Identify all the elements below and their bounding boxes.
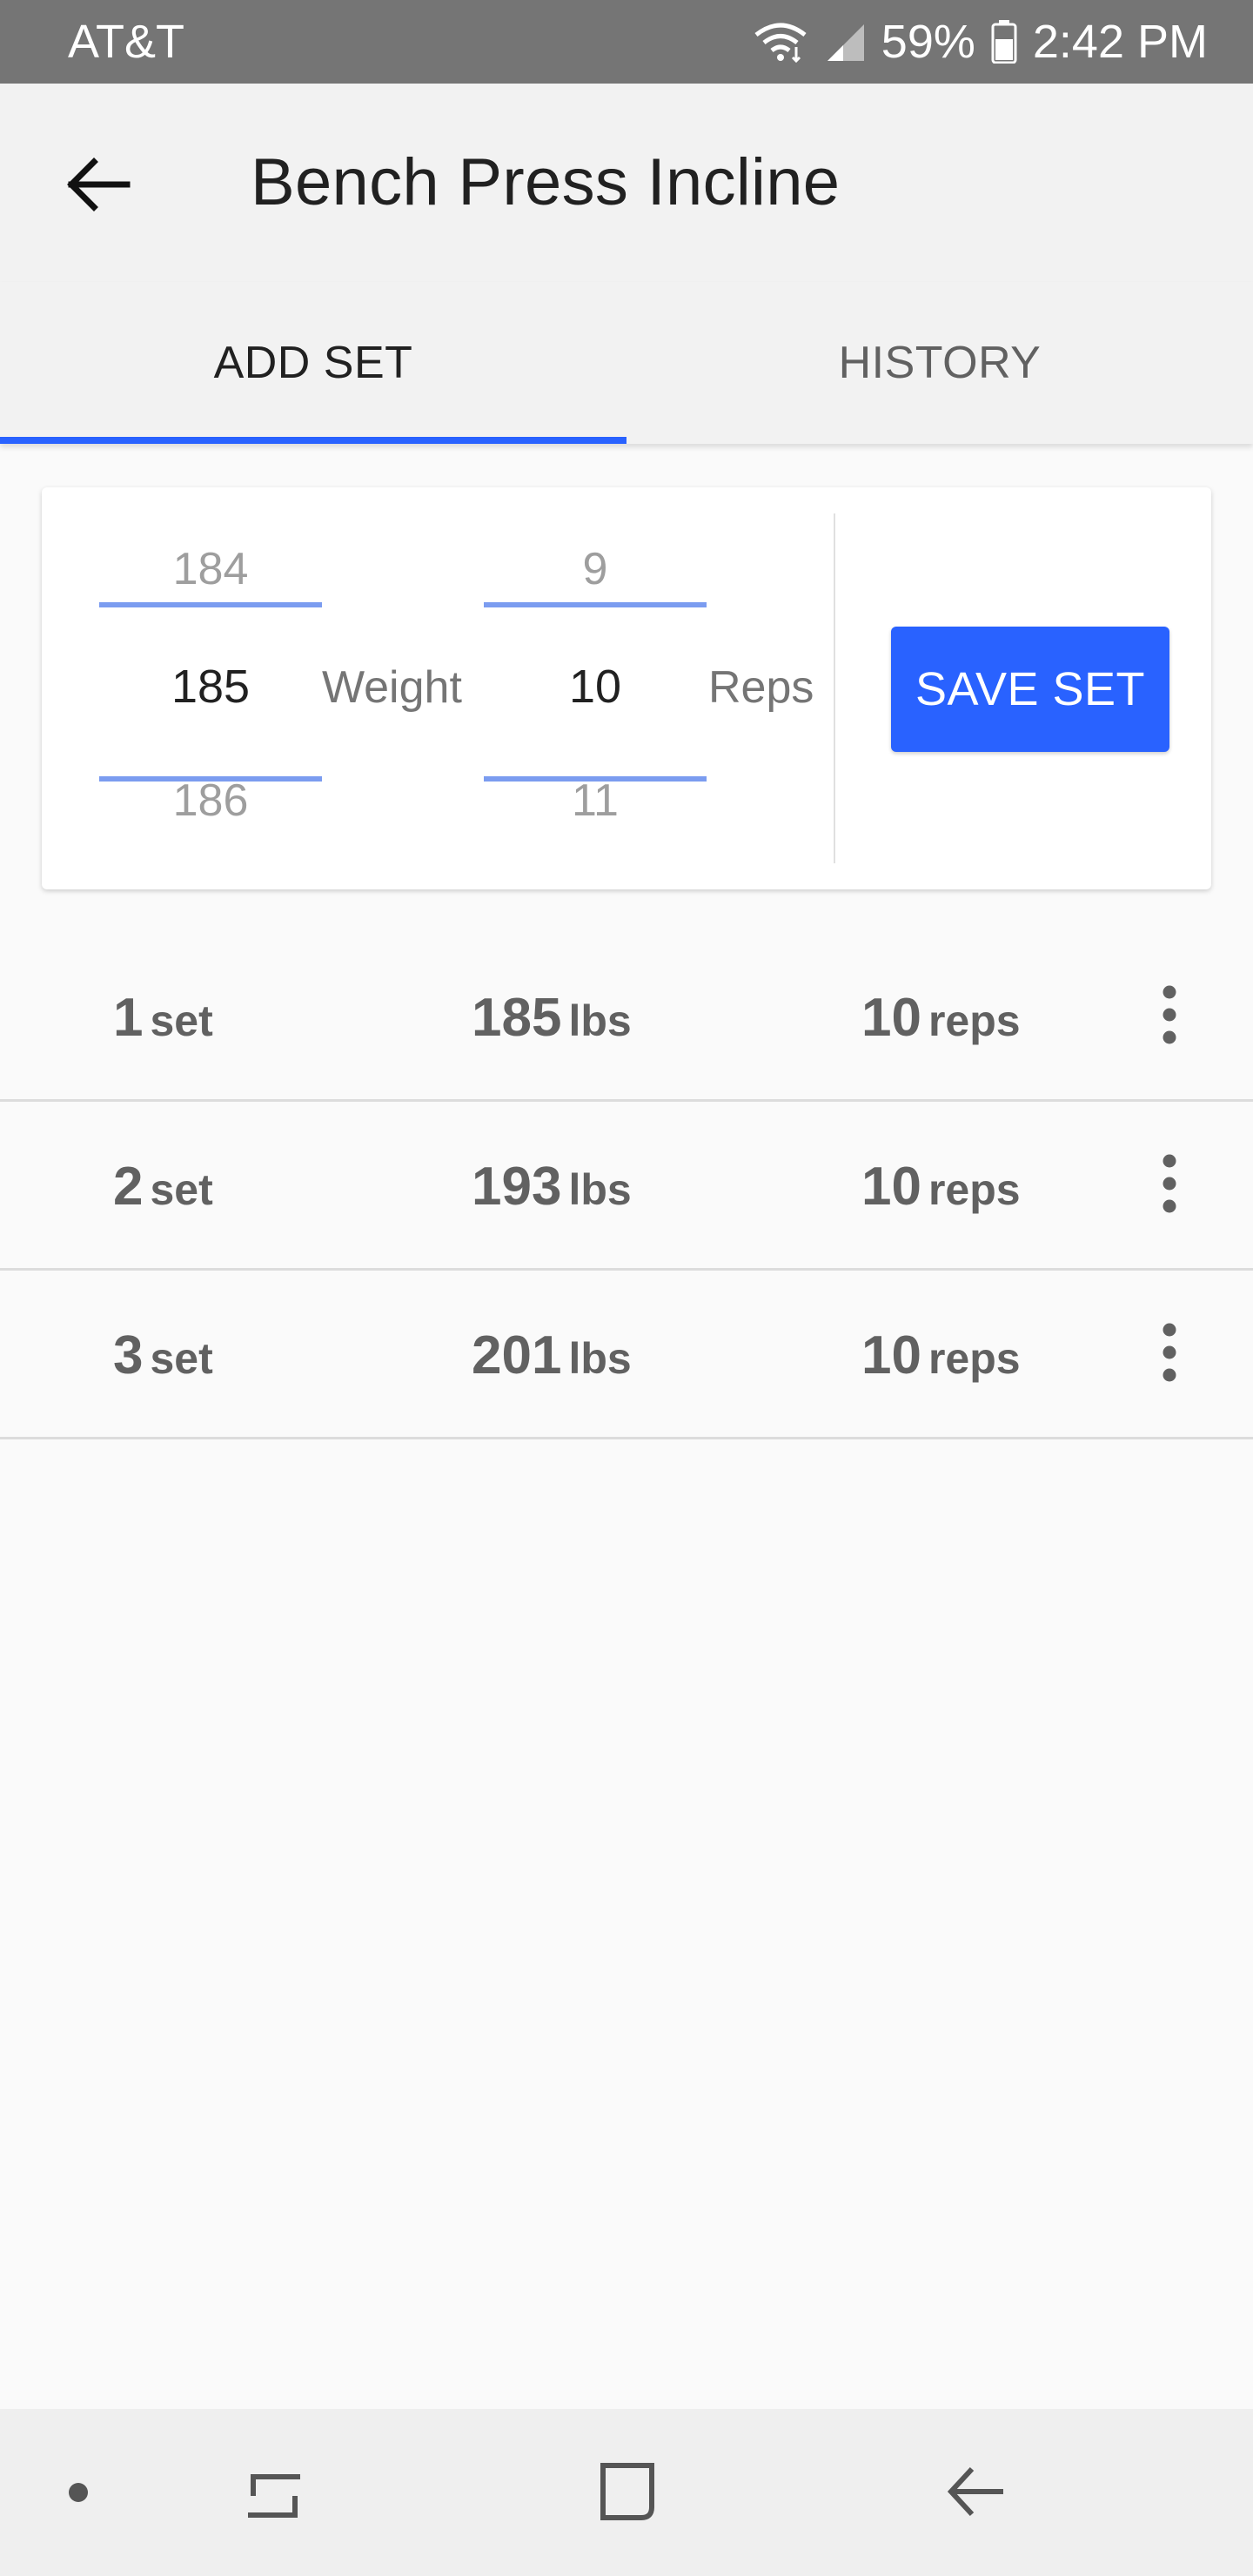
weight-picker[interactable]: 184 185 186: [99, 538, 322, 834]
weight-label: Weight: [322, 662, 462, 713]
page-title: Bench Press Incline: [251, 145, 841, 219]
weight-unit-label: lbs: [568, 1165, 632, 1214]
set-reps-value: 10: [861, 988, 921, 1048]
tab-history[interactable]: HISTORY: [626, 282, 1253, 444]
app-bar: Bench Press Incline: [0, 84, 1253, 282]
reps-unit-label: reps: [928, 996, 1021, 1045]
arrow-back-icon[interactable]: [54, 141, 141, 228]
weight-next-value[interactable]: 186: [99, 775, 322, 827]
set-reps: 10 reps: [861, 987, 1021, 1049]
reps-picker[interactable]: 9 10 11: [484, 538, 707, 834]
more-vert-icon[interactable]: [1140, 1147, 1199, 1220]
reps-current-value[interactable]: 10: [484, 660, 707, 714]
more-vert-icon[interactable]: [1140, 978, 1199, 1051]
set-row: 2 set 193 lbs 10 reps: [0, 1102, 1253, 1271]
tab-add-set[interactable]: ADD SET: [0, 282, 626, 444]
set-weight-value: 201: [472, 1325, 562, 1385]
reps-picker-divider-top: [484, 602, 707, 607]
set-number-value: 2: [113, 1157, 144, 1217]
reps-unit-label: reps: [928, 1334, 1021, 1383]
home-icon[interactable]: [588, 2452, 667, 2531]
set-weight: 201 lbs: [472, 1325, 632, 1386]
set-reps: 10 reps: [861, 1156, 1021, 1218]
set-reps: 10 reps: [861, 1325, 1021, 1386]
tab-bar: ADD SET HISTORY: [0, 282, 1253, 444]
set-row: 1 set 185 lbs 10 reps: [0, 933, 1253, 1102]
set-unit-label: set: [150, 1165, 213, 1214]
reps-unit-label: reps: [928, 1165, 1021, 1214]
system-nav-bar: [0, 2409, 1253, 2576]
battery-icon: [991, 20, 1017, 64]
save-set-button[interactable]: SAVE SET: [891, 627, 1169, 752]
reps-previous-value[interactable]: 9: [484, 543, 707, 595]
recents-icon[interactable]: [235, 2458, 313, 2527]
reps-label: Reps: [708, 662, 814, 713]
set-list: 1 set 185 lbs 10 reps 2 set 193 lbs 10 reps 3s…: [0, 933, 1253, 1439]
tab-indicator: [0, 437, 626, 444]
set-reps-value: 10: [861, 1325, 921, 1385]
set-unit-label: set: [150, 996, 213, 1045]
carrier-label: AT&T: [68, 16, 184, 68]
set-number: 2 set: [113, 1156, 213, 1218]
dot-icon[interactable]: [61, 2475, 96, 2510]
add-set-card: 184 185 186 Weight 9 10 11 Reps SAVE SET: [42, 487, 1211, 889]
set-number-value: 1: [113, 988, 144, 1048]
set-number: 3 set: [113, 1325, 213, 1386]
status-bar: AT&T 59% 2:42 PM: [0, 0, 1253, 84]
back-icon[interactable]: [936, 2452, 1015, 2531]
weight-unit-label: lbs: [568, 996, 632, 1045]
set-row: 3 set 201 lbs 10 reps: [0, 1271, 1253, 1439]
set-weight: 185 lbs: [472, 987, 632, 1049]
card-divider: [834, 513, 835, 863]
set-unit-label: set: [150, 1334, 213, 1383]
set-weight-value: 193: [472, 1157, 562, 1217]
set-reps-value: 10: [861, 1157, 921, 1217]
weight-picker-divider-top: [99, 602, 322, 607]
clock: 2:42 PM: [1032, 16, 1208, 68]
signal-icon: [824, 21, 866, 63]
set-weight: 193 lbs: [472, 1156, 632, 1218]
weight-previous-value[interactable]: 184: [99, 543, 322, 595]
weight-unit-label: lbs: [568, 1334, 632, 1383]
screen: AT&T 59% 2:42 PM Bench Press Incline ADD…: [0, 0, 1253, 2576]
more-vert-icon[interactable]: [1140, 1316, 1199, 1389]
battery-percent: 59%: [881, 16, 975, 68]
reps-next-value[interactable]: 11: [484, 775, 707, 827]
set-number: 1 set: [113, 987, 213, 1049]
set-weight-value: 185: [472, 988, 562, 1048]
set-number-value: 3: [113, 1325, 144, 1385]
status-right: 59% 2:42 PM: [753, 15, 1208, 69]
weight-current-value[interactable]: 185: [99, 660, 322, 714]
wifi-icon: [753, 21, 808, 63]
